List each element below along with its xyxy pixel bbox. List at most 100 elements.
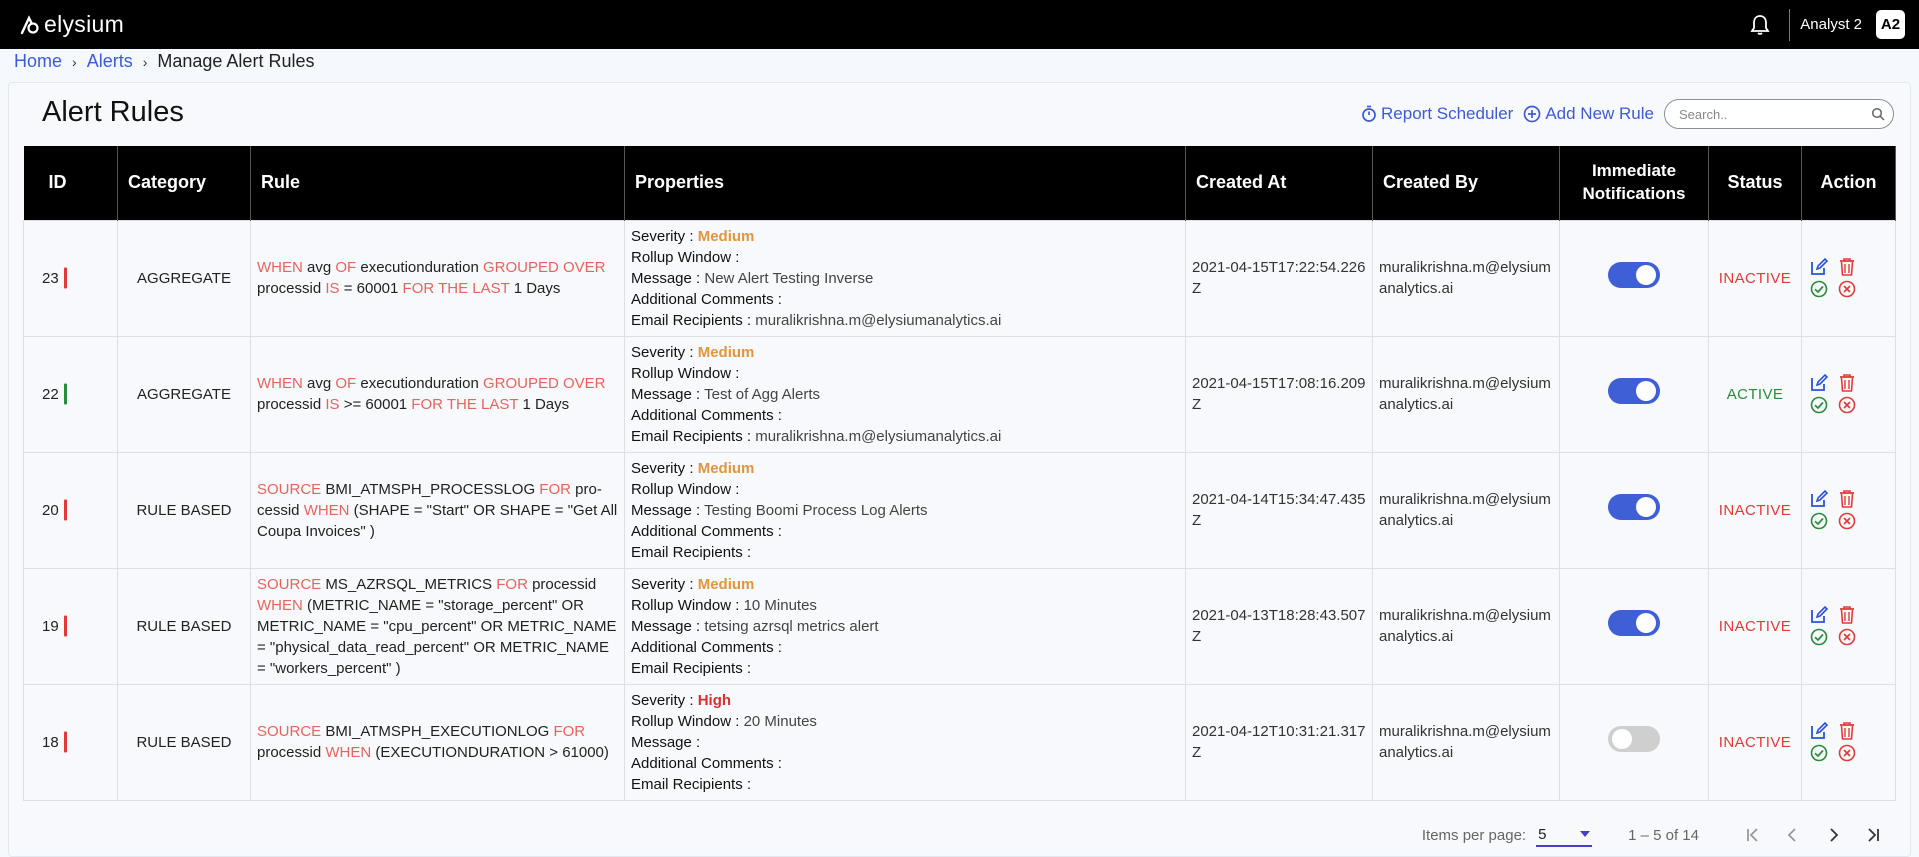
x-circle-icon[interactable] — [1836, 626, 1858, 648]
message-value: tetsing azrsql metrics alert — [704, 617, 879, 635]
x-circle-icon[interactable] — [1836, 394, 1858, 416]
user-name[interactable]: Analyst 2 — [1800, 16, 1862, 33]
toggle-knob — [1612, 729, 1632, 749]
message-value: Testing Boomi Process Log Alerts — [704, 501, 928, 519]
rule-text: (EXECUTIONDURATION > 61000) — [371, 744, 609, 761]
search-icon[interactable] — [1871, 107, 1885, 121]
severity-value: Medium — [697, 227, 755, 245]
rule-text: avg — [302, 375, 336, 392]
rule-keyword: FOR THE LAST — [402, 280, 510, 297]
breadcrumb-current: Manage Alert Rules — [157, 51, 315, 71]
rule-id: 22 — [42, 385, 59, 403]
cell-properties: Severity : Medium Rollup Window : Message… — [624, 335, 1186, 453]
col-header-rule[interactable]: Rule — [250, 146, 625, 220]
previous-page-button[interactable] — [1773, 820, 1813, 850]
edit-icon[interactable] — [1808, 720, 1830, 742]
check-circle-icon[interactable] — [1808, 394, 1830, 416]
notification-toggle[interactable] — [1608, 610, 1660, 636]
status-indicator-bar — [64, 383, 67, 405]
col-header-immediate-notifications[interactable]: Immediate Notifications — [1559, 146, 1709, 220]
x-circle-icon[interactable] — [1836, 742, 1858, 764]
trash-icon[interactable] — [1836, 604, 1858, 626]
notifications-button[interactable] — [1747, 12, 1773, 38]
avatar[interactable]: A2 — [1876, 10, 1905, 39]
rule-text: processid — [257, 396, 326, 413]
cell-category: RULE BASED — [117, 567, 251, 685]
x-circle-icon[interactable] — [1836, 510, 1858, 532]
prop-message-label: Message : — [631, 733, 701, 751]
report-scheduler-button[interactable]: Report Scheduler — [1361, 104, 1513, 124]
edit-icon[interactable] — [1808, 488, 1830, 510]
add-new-rule-label: Add New Rule — [1545, 104, 1654, 123]
cell-created-by: muralikrishna.m@elysiumanalytics.ai — [1372, 335, 1560, 453]
table-row: 22 AGGREGATE WHEN avg OF executionduration… — [23, 335, 1896, 453]
cell-id: 23 — [23, 219, 118, 337]
rule-keyword: WHEN — [325, 744, 372, 761]
edit-icon[interactable] — [1808, 604, 1830, 626]
severity-value: Medium — [697, 459, 755, 477]
edit-icon[interactable] — [1808, 256, 1830, 278]
app-logo[interactable]: elysium — [18, 11, 124, 38]
first-page-button[interactable] — [1733, 820, 1773, 850]
last-page-button[interactable] — [1853, 820, 1893, 850]
edit-icon[interactable] — [1808, 372, 1830, 394]
search-input[interactable] — [1679, 106, 1871, 122]
col-header-created-by[interactable]: Created By — [1372, 146, 1560, 220]
breadcrumb-alerts[interactable]: Alerts — [87, 51, 133, 72]
col-header-status[interactable]: Status — [1708, 146, 1802, 220]
prop-rollup: Rollup Window : — [631, 247, 1179, 268]
add-new-rule-button[interactable]: Add New Rule — [1523, 104, 1654, 124]
prop-recipients: Email Recipients : — [631, 658, 1179, 679]
rule-text: = 60001 — [339, 280, 403, 297]
next-page-button[interactable] — [1813, 820, 1853, 850]
trash-icon[interactable] — [1836, 488, 1858, 510]
cell-immediate-notifications — [1559, 567, 1709, 685]
prop-recipients-label: Email Recipients : — [631, 311, 752, 329]
report-scheduler-label: Report Scheduler — [1381, 104, 1514, 123]
notification-toggle[interactable] — [1608, 262, 1660, 288]
stopwatch-icon — [1362, 105, 1376, 122]
status-indicator-bar — [64, 731, 67, 753]
cell-created-by: muralikrishna.m@elysiumanalytics.ai — [1372, 683, 1560, 801]
prop-recipients-label: Email Recipients : — [631, 659, 752, 677]
prop-rollup-label: Rollup Window : — [631, 712, 740, 730]
trash-icon[interactable] — [1836, 372, 1858, 394]
check-circle-icon[interactable] — [1808, 510, 1830, 532]
rule-text: avg — [302, 259, 336, 276]
prop-severity-label: Severity : — [631, 575, 694, 593]
rule-keyword: OF — [335, 375, 357, 392]
cell-status: INACTIVE — [1708, 567, 1802, 685]
trash-icon[interactable] — [1836, 720, 1858, 742]
page-title: Alert Rules — [42, 96, 184, 128]
cell-action — [1801, 451, 1896, 569]
top-navbar: elysium Analyst 2 A2 — [0, 0, 1919, 49]
rule-id: 19 — [42, 617, 59, 635]
col-header-created-at[interactable]: Created At — [1185, 146, 1373, 220]
topbar-divider — [1789, 8, 1791, 41]
cell-status: INACTIVE — [1708, 219, 1802, 337]
x-circle-icon[interactable] — [1836, 278, 1858, 300]
notification-toggle[interactable] — [1608, 378, 1660, 404]
check-circle-icon[interactable] — [1808, 742, 1830, 764]
chevron-left-icon — [1787, 828, 1796, 842]
trash-icon[interactable] — [1836, 256, 1858, 278]
rule-keyword: OF — [335, 259, 357, 276]
col-header-category[interactable]: Category — [117, 146, 251, 220]
col-header-id[interactable]: ID — [23, 146, 118, 220]
check-circle-icon[interactable] — [1808, 626, 1830, 648]
notification-toggle[interactable] — [1608, 726, 1660, 752]
prop-severity-label: Severity : — [631, 459, 694, 477]
notification-toggle[interactable] — [1608, 494, 1660, 520]
check-circle-icon[interactable] — [1808, 278, 1830, 300]
breadcrumb-home[interactable]: Home — [14, 51, 62, 72]
cell-rule: SOURCE MS_AZRSQL_METRICS FOR processid W… — [250, 567, 625, 685]
chevron-right-icon — [1830, 828, 1839, 842]
prop-rollup: Rollup Window : — [631, 363, 1179, 384]
prop-comments-label: Additional Comments : — [631, 406, 782, 424]
cell-properties: Severity : Medium Rollup Window : 10 Minu… — [624, 567, 1186, 685]
cell-category: AGGREGATE — [117, 335, 251, 453]
rule-text: BMI_ATMSPH_EXECUTIONLOG — [321, 723, 554, 740]
items-per-page-select[interactable]: 5 — [1536, 823, 1593, 847]
col-header-properties[interactable]: Properties — [624, 146, 1186, 220]
rule-keyword: GROUPED OVER — [482, 375, 606, 392]
